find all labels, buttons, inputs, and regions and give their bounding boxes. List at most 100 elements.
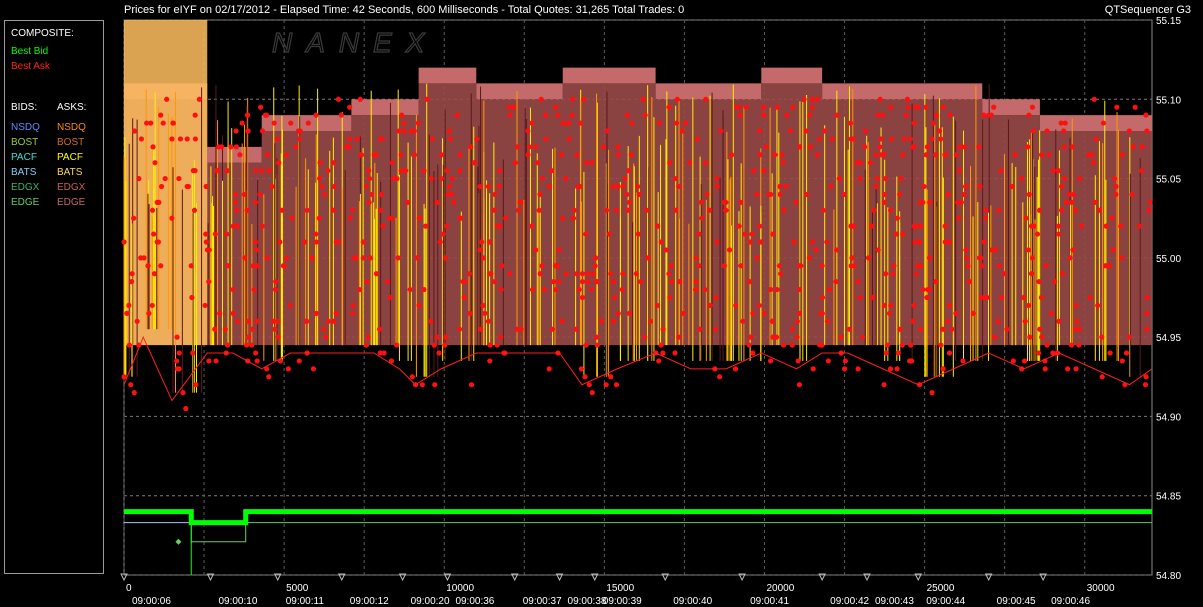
ask-quote-dot xyxy=(131,390,137,396)
ask-quote-dot xyxy=(141,255,147,261)
ask-quote-dot xyxy=(1142,382,1149,388)
ask-quote-dot xyxy=(138,136,145,142)
ask-quote-dot xyxy=(586,382,592,388)
time-label: 09:00:38 xyxy=(568,596,607,607)
ask-quote-dot xyxy=(1021,294,1027,301)
ask-quote-dot xyxy=(620,183,627,190)
ask-quote-dot xyxy=(803,191,810,198)
ask-quote-dot xyxy=(673,207,679,213)
ask-quote-dot xyxy=(888,104,894,110)
ask-quote-dot xyxy=(905,104,911,110)
ask-quote-dot xyxy=(859,334,866,340)
ask-quote-dot xyxy=(977,183,983,190)
ask-quote-dot xyxy=(401,120,407,126)
ask-quote-dot xyxy=(444,223,450,229)
ask-quote-dot xyxy=(645,255,651,261)
ask-quote-dot xyxy=(1076,342,1082,348)
ask-quote-dot xyxy=(963,183,969,190)
ask-quote-dot xyxy=(377,350,383,356)
ask-quote-dot xyxy=(458,215,464,221)
ask-quote-dot xyxy=(787,128,794,134)
ask-quote-dot xyxy=(660,326,666,332)
ask-quote-dot xyxy=(1099,374,1105,380)
ask-quote-dot xyxy=(900,152,906,158)
x-tick-label: 10000 xyxy=(446,583,474,594)
ask-quote-dot xyxy=(148,120,154,126)
ask-quote-dot xyxy=(870,294,876,301)
ask-quote-dot xyxy=(794,318,801,324)
ask-quote-dot xyxy=(1100,120,1107,126)
ask-quote-dot xyxy=(569,96,576,102)
ask-quote-dot xyxy=(585,279,591,285)
ask-quote-dot xyxy=(770,231,776,237)
ask-quote-dot xyxy=(803,128,809,134)
ask-quote-dot xyxy=(604,128,610,134)
ask-quote-dot xyxy=(865,255,872,261)
ask-quote-dot xyxy=(1009,183,1015,190)
y-tick-label: 54.90 xyxy=(1156,412,1181,423)
ask-quote-dot xyxy=(668,263,674,269)
ask-quote-dot xyxy=(437,239,443,245)
ask-quote-dot xyxy=(317,175,323,182)
ask-quote-dot xyxy=(918,223,924,229)
ask-quote-dot xyxy=(669,279,675,285)
time-label: 09:00:20 xyxy=(411,596,450,607)
time-label: 09:00:06 xyxy=(132,596,171,607)
ask-quote-dot xyxy=(1036,207,1043,213)
ask-quote-dot xyxy=(174,334,180,340)
ask-quote-dot xyxy=(259,223,266,229)
ask-quote-dot xyxy=(956,144,963,150)
ask-quote-dot xyxy=(1113,191,1119,198)
ask-quote-dot xyxy=(579,294,586,301)
ask-quote-dot xyxy=(411,152,418,158)
ask-quote-dot xyxy=(477,247,483,253)
ask-quote-dot xyxy=(640,96,646,102)
ask-quote-dot xyxy=(271,120,277,126)
ask-quote-dot xyxy=(230,310,236,316)
ask-quote-dot xyxy=(533,247,539,253)
ask-quote-dot xyxy=(1096,207,1102,213)
ask-quote-dot xyxy=(378,207,384,213)
ask-quote-dot xyxy=(976,255,983,261)
ask-quote-dot xyxy=(202,302,208,309)
ask-quote-dot xyxy=(131,215,137,221)
ask-quote-dot xyxy=(272,326,278,332)
ask-quote-dot xyxy=(693,279,700,285)
ask-quote-dot xyxy=(154,239,160,245)
ask-quote-dot xyxy=(189,294,195,301)
ask-quote-dot xyxy=(539,263,545,269)
ask-quote-dot xyxy=(696,231,702,237)
ask-quote-dot xyxy=(807,112,813,118)
ask-quote-dot xyxy=(1019,175,1025,182)
ask-quote-dot xyxy=(1030,128,1036,134)
ask-quote-dot xyxy=(230,286,236,293)
ask-quote-dot xyxy=(421,168,427,174)
ask-quote-dot xyxy=(124,310,130,316)
ask-quote-dot xyxy=(920,286,926,293)
ask-quote-dot xyxy=(779,152,785,158)
ask-quote-dot xyxy=(206,279,212,285)
ask-quote-dot xyxy=(446,128,452,134)
ask-quote-dot xyxy=(635,231,642,237)
ask-quote-dot xyxy=(232,191,239,198)
ask-quote-dot xyxy=(432,382,438,388)
ask-quote-dot xyxy=(877,96,883,102)
ask-quote-dot xyxy=(266,374,272,380)
ask-quote-dot xyxy=(687,160,693,166)
ask-quote-dot xyxy=(191,207,198,213)
ask-quote-dot xyxy=(1139,144,1146,150)
ask-quote-dot xyxy=(1056,318,1062,324)
ask-quote-dot xyxy=(366,199,372,205)
ask-quote-dot xyxy=(940,104,947,110)
ask-quote-dot xyxy=(925,286,931,293)
ask-quote-dot xyxy=(496,183,502,190)
ask-quote-dot xyxy=(559,215,566,221)
ask-quote-dot xyxy=(563,271,569,277)
ask-quote-dot xyxy=(1113,183,1119,190)
ask-quote-dot xyxy=(721,263,727,269)
x-tick-label: 25000 xyxy=(927,583,955,594)
ask-quote-dot xyxy=(981,112,987,118)
ask-quote-dot xyxy=(981,239,987,245)
ask-quote-dot xyxy=(742,231,748,237)
ask-quote-dot xyxy=(608,374,614,380)
